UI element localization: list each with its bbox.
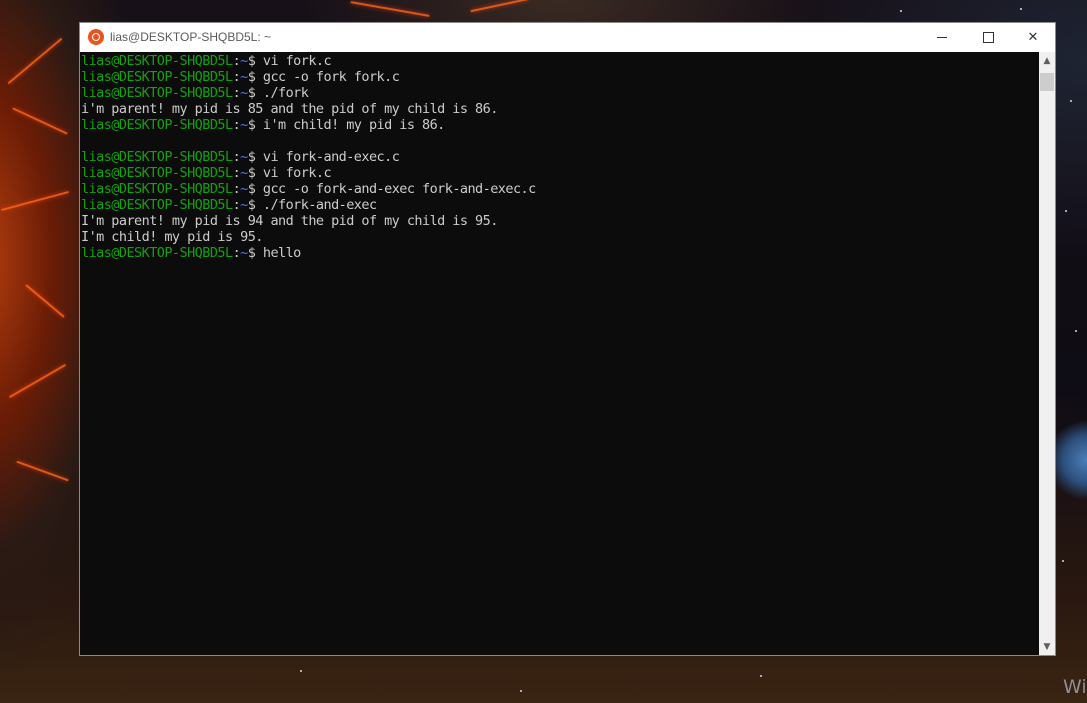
terminal-prompt-line: lias@DESKTOP-SHQBD5L:~$ gcc -o fork-and-… (81, 181, 536, 197)
ubuntu-icon[interactable] (88, 29, 104, 45)
prompt-symbol: $ (247, 245, 263, 261)
close-icon: ✕ (1027, 30, 1039, 45)
wallpaper-decoration (0, 190, 70, 212)
terminal-window[interactable]: lias@DESKTOP-SHQBD5L: ~ ✕ lias@DESKTOP-S… (79, 22, 1056, 656)
prompt-separator: : (232, 181, 241, 197)
wallpaper-decoration (760, 675, 762, 677)
command-text: vi fork.c (262, 165, 332, 181)
terminal-output-line: i'm parent! my pid is 85 and the pid of … (81, 101, 498, 117)
prompt-separator: : (232, 245, 241, 261)
prompt-user-host: lias@DESKTOP-SHQBD5L (81, 197, 233, 213)
command-text: gcc -o fork fork.c (262, 69, 400, 85)
wallpaper-decoration (470, 0, 530, 13)
prompt-symbol: $ (247, 69, 263, 85)
wallpaper-decoration (1062, 560, 1064, 562)
prompt-separator: : (232, 85, 241, 101)
prompt-path: ~ (240, 149, 248, 165)
prompt-user-host: lias@DESKTOP-SHQBD5L (81, 117, 233, 133)
prompt-separator: : (232, 69, 241, 85)
wallpaper-decoration (7, 37, 63, 85)
prompt-separator: : (232, 149, 241, 165)
prompt-path: ~ (240, 181, 248, 197)
prompt-user-host: lias@DESKTOP-SHQBD5L (81, 245, 233, 261)
wallpaper-decoration (1070, 100, 1072, 102)
scroll-thumb[interactable] (1040, 73, 1054, 91)
terminal-prompt-line: lias@DESKTOP-SHQBD5L:~$ vi fork.c (81, 53, 332, 69)
wallpaper-decoration (1075, 330, 1077, 332)
command-text: gcc -o fork-and-exec fork-and-exec.c (262, 181, 536, 197)
minimize-icon (937, 37, 947, 38)
command-text: ./fork-and-exec (262, 197, 377, 213)
prompt-symbol: $ (247, 197, 263, 213)
prompt-separator: : (232, 165, 241, 181)
prompt-symbol: $ (247, 85, 263, 101)
prompt-user-host: lias@DESKTOP-SHQBD5L (81, 53, 233, 69)
command-text: vi fork-and-exec.c (262, 149, 400, 165)
wallpaper-decoration (12, 107, 68, 135)
wallpaper-decoration (16, 460, 69, 482)
prompt-separator: : (232, 117, 241, 133)
prompt-path: ~ (240, 85, 248, 101)
prompt-separator: : (232, 197, 241, 213)
prompt-path: ~ (240, 245, 248, 261)
prompt-user-host: lias@DESKTOP-SHQBD5L (81, 149, 233, 165)
prompt-user-host: lias@DESKTOP-SHQBD5L (81, 69, 233, 85)
close-button[interactable]: ✕ (1010, 23, 1056, 52)
prompt-symbol: $ (247, 53, 263, 69)
windows-activation-watermark: Wi (1063, 676, 1087, 698)
wallpaper-decoration (900, 10, 902, 12)
wallpaper-decoration (300, 670, 302, 672)
prompt-path: ~ (240, 117, 248, 133)
wallpaper-decoration (1020, 8, 1022, 10)
prompt-user-host: lias@DESKTOP-SHQBD5L (81, 165, 233, 181)
terminal-prompt-line: lias@DESKTOP-SHQBD5L:~$ vi fork-and-exec… (81, 149, 400, 165)
terminal-prompt-line: lias@DESKTOP-SHQBD5L:~$ ./fork-and-exec (81, 197, 377, 213)
prompt-path: ~ (240, 69, 248, 85)
prompt-symbol: $ (247, 117, 263, 133)
prompt-path: ~ (240, 53, 248, 69)
title-bar[interactable]: lias@DESKTOP-SHQBD5L: ~ ✕ (80, 23, 1055, 52)
prompt-user-host: lias@DESKTOP-SHQBD5L (81, 85, 233, 101)
terminal-prompt-line: lias@DESKTOP-SHQBD5L:~$ gcc -o fork fork… (81, 69, 400, 85)
terminal-output-line: I'm child! my pid is 95. (81, 229, 263, 245)
wallpaper-decoration (350, 1, 430, 17)
wallpaper-decoration (520, 690, 522, 692)
command-text: hello (262, 245, 301, 261)
vertical-scrollbar[interactable]: ▲ ▼ (1039, 52, 1055, 655)
scroll-up-button[interactable]: ▲ (1039, 52, 1055, 69)
command-text: ./fork (262, 85, 309, 101)
prompt-symbol: $ (247, 149, 263, 165)
terminal-prompt-line: lias@DESKTOP-SHQBD5L:~$ hello (81, 245, 301, 261)
terminal-prompt-line: lias@DESKTOP-SHQBD5L:~$ ./fork (81, 85, 309, 101)
prompt-user-host: lias@DESKTOP-SHQBD5L (81, 181, 233, 197)
chevron-down-icon: ▼ (1043, 641, 1051, 652)
terminal-prompt-line: lias@DESKTOP-SHQBD5L:~$ vi fork.c (81, 165, 332, 181)
terminal-console[interactable]: lias@DESKTOP-SHQBD5L:~$ vi fork.c lias@DE… (80, 52, 1039, 655)
prompt-separator: : (232, 53, 241, 69)
window-title: lias@DESKTOP-SHQBD5L: ~ (110, 30, 272, 44)
prompt-path: ~ (240, 165, 248, 181)
prompt-symbol: $ (247, 181, 263, 197)
minimize-button[interactable] (919, 23, 965, 52)
command-text: i'm child! my pid is 86. (262, 117, 445, 133)
wallpaper-decoration (8, 363, 67, 399)
terminal-prompt-line: lias@DESKTOP-SHQBD5L:~$ i'm child! my pi… (81, 117, 445, 133)
chevron-up-icon: ▲ (1043, 55, 1051, 66)
wallpaper-decoration (25, 284, 65, 318)
maximize-icon (982, 32, 994, 43)
wallpaper-decoration (1065, 210, 1067, 212)
scroll-down-button[interactable]: ▼ (1039, 638, 1055, 655)
terminal-output-line: I'm parent! my pid is 94 and the pid of … (81, 213, 498, 229)
prompt-symbol: $ (247, 165, 263, 181)
maximize-button[interactable] (965, 23, 1011, 52)
prompt-path: ~ (240, 197, 248, 213)
command-text: vi fork.c (262, 53, 332, 69)
